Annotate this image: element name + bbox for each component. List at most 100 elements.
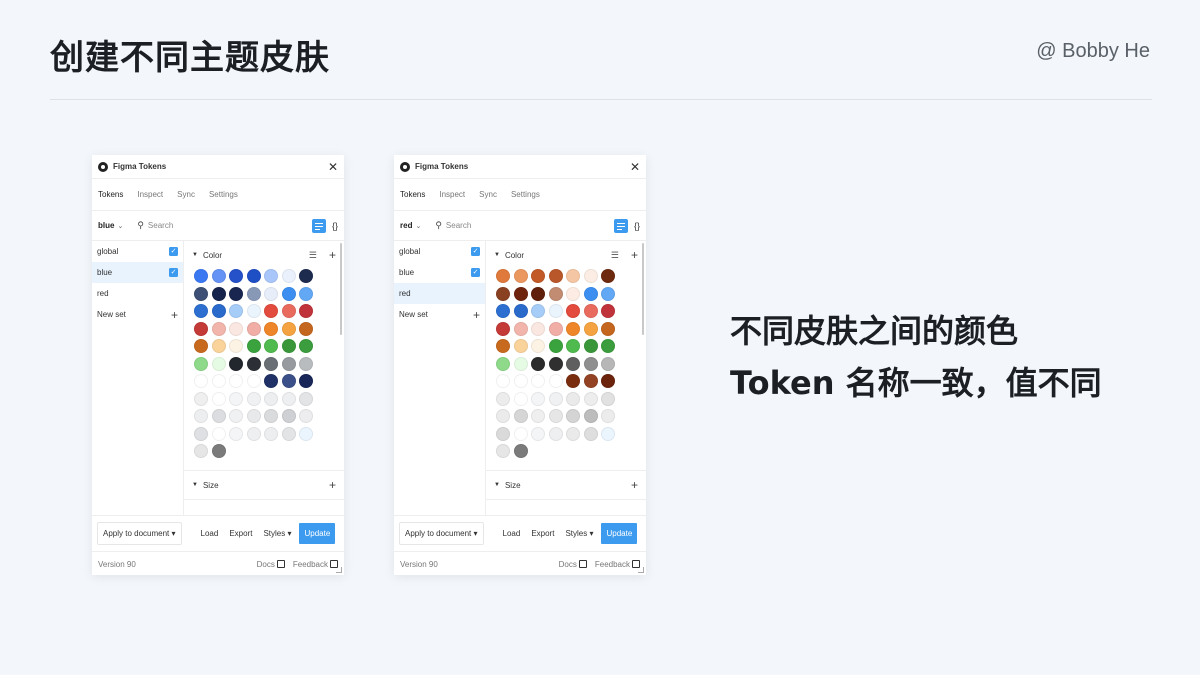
color-swatch[interactable] <box>583 321 598 336</box>
color-swatch[interactable] <box>229 321 243 336</box>
color-swatch[interactable] <box>281 339 296 353</box>
color-swatch[interactable] <box>211 286 226 301</box>
color-swatch[interactable] <box>583 339 598 353</box>
tab-inspect[interactable]: Inspect <box>439 190 465 199</box>
color-swatch[interactable] <box>299 321 313 336</box>
add-color-icon[interactable]: + <box>329 249 336 261</box>
color-swatch[interactable] <box>548 426 563 441</box>
color-swatch[interactable] <box>601 304 615 318</box>
tab-sync[interactable]: Sync <box>177 190 195 199</box>
color-swatch[interactable] <box>548 374 563 388</box>
color-swatch[interactable] <box>566 339 580 353</box>
color-swatch[interactable] <box>281 321 296 336</box>
color-swatch[interactable] <box>496 391 510 406</box>
styles-dropdown[interactable]: Styles ▾ <box>263 529 291 538</box>
color-swatch[interactable] <box>496 286 510 301</box>
color-swatch[interactable] <box>548 409 563 423</box>
color-swatch[interactable] <box>229 374 243 388</box>
color-swatch[interactable] <box>601 374 615 388</box>
color-swatch[interactable] <box>229 286 243 301</box>
new-set-button[interactable]: New set + <box>394 304 485 325</box>
color-swatch[interactable] <box>194 286 208 301</box>
tab-tokens[interactable]: Tokens <box>98 190 123 199</box>
color-swatch[interactable] <box>583 356 598 371</box>
color-swatch[interactable] <box>299 286 313 301</box>
load-button[interactable]: Load <box>201 529 219 538</box>
color-swatch[interactable] <box>531 391 545 406</box>
feedback-link[interactable]: Feedback <box>595 560 640 569</box>
resize-handle[interactable] <box>638 567 644 573</box>
search-input[interactable]: ⚲ Search <box>435 220 614 231</box>
color-swatch[interactable] <box>264 356 278 371</box>
color-swatch[interactable] <box>548 356 563 371</box>
color-swatch[interactable] <box>513 356 528 371</box>
color-swatch[interactable] <box>211 374 226 388</box>
json-view-button[interactable]: {} <box>332 221 338 231</box>
color-swatch[interactable] <box>229 269 243 283</box>
tab-settings[interactable]: Settings <box>209 190 238 199</box>
color-swatch[interactable] <box>513 409 528 423</box>
color-swatch[interactable] <box>299 426 313 441</box>
color-swatch[interactable] <box>601 286 615 301</box>
color-swatch[interactable] <box>281 269 296 283</box>
color-swatch[interactable] <box>531 304 545 318</box>
color-swatch[interactable] <box>531 374 545 388</box>
color-swatch[interactable] <box>566 374 580 388</box>
set-checkbox[interactable]: ✓ <box>169 247 178 256</box>
color-swatch[interactable] <box>496 321 510 336</box>
docs-link[interactable]: Docs <box>257 560 285 569</box>
color-swatch[interactable] <box>246 391 261 406</box>
color-swatch[interactable] <box>583 286 598 301</box>
size-section-header[interactable]: ▼ Size + <box>486 471 646 499</box>
color-swatch[interactable] <box>299 269 313 283</box>
color-swatch[interactable] <box>566 356 580 371</box>
new-set-button[interactable]: New set + <box>92 304 183 325</box>
color-swatch[interactable] <box>299 339 313 353</box>
color-swatch[interactable] <box>601 269 615 283</box>
color-swatch[interactable] <box>601 391 615 406</box>
color-swatch[interactable] <box>566 409 580 423</box>
color-swatch[interactable] <box>531 339 545 353</box>
size-section-header[interactable]: ▼ Size + <box>184 471 344 499</box>
scrollbar[interactable] <box>340 243 342 335</box>
color-swatch[interactable] <box>246 269 261 283</box>
color-swatch[interactable] <box>281 356 296 371</box>
color-swatch[interactable] <box>281 409 296 423</box>
color-swatch[interactable] <box>229 391 243 406</box>
color-swatch[interactable] <box>548 304 563 318</box>
color-swatch[interactable] <box>496 304 510 318</box>
color-swatch[interactable] <box>513 391 528 406</box>
token-set-dropdown[interactable]: red ⌄ <box>400 221 421 230</box>
tab-inspect[interactable]: Inspect <box>137 190 163 199</box>
color-swatch[interactable] <box>513 426 528 441</box>
color-swatch[interactable] <box>299 391 313 406</box>
color-swatch[interactable] <box>211 426 226 441</box>
update-button[interactable]: Update <box>601 523 638 544</box>
color-swatch[interactable] <box>566 391 580 406</box>
color-swatch[interactable] <box>211 269 226 283</box>
color-swatch[interactable] <box>531 356 545 371</box>
color-swatch[interactable] <box>264 304 278 318</box>
color-swatch[interactable] <box>583 391 598 406</box>
color-swatch[interactable] <box>513 374 528 388</box>
search-input[interactable]: ⚲ Search <box>137 220 312 231</box>
docs-link[interactable]: Docs <box>559 560 587 569</box>
color-swatch[interactable] <box>211 391 226 406</box>
color-swatch[interactable] <box>531 269 545 283</box>
color-swatch[interactable] <box>601 426 615 441</box>
color-swatch[interactable] <box>229 409 243 423</box>
apply-to-document-dropdown[interactable]: Apply to document ▾ <box>97 522 182 545</box>
color-swatch[interactable] <box>531 426 545 441</box>
update-button[interactable]: Update <box>299 523 336 544</box>
export-button[interactable]: Export <box>229 529 252 538</box>
apply-to-document-dropdown[interactable]: Apply to document ▾ <box>399 522 484 545</box>
set-item-global[interactable]: global ✓ <box>394 241 485 262</box>
color-swatch[interactable] <box>299 356 313 371</box>
color-swatch[interactable] <box>601 356 615 371</box>
add-color-icon[interactable]: + <box>631 249 638 261</box>
color-swatch[interactable] <box>548 269 563 283</box>
color-swatch[interactable] <box>496 356 510 371</box>
set-item-blue[interactable]: blue ✓ <box>92 262 183 283</box>
json-view-button[interactable]: {} <box>634 221 640 231</box>
color-swatch[interactable] <box>281 304 296 318</box>
